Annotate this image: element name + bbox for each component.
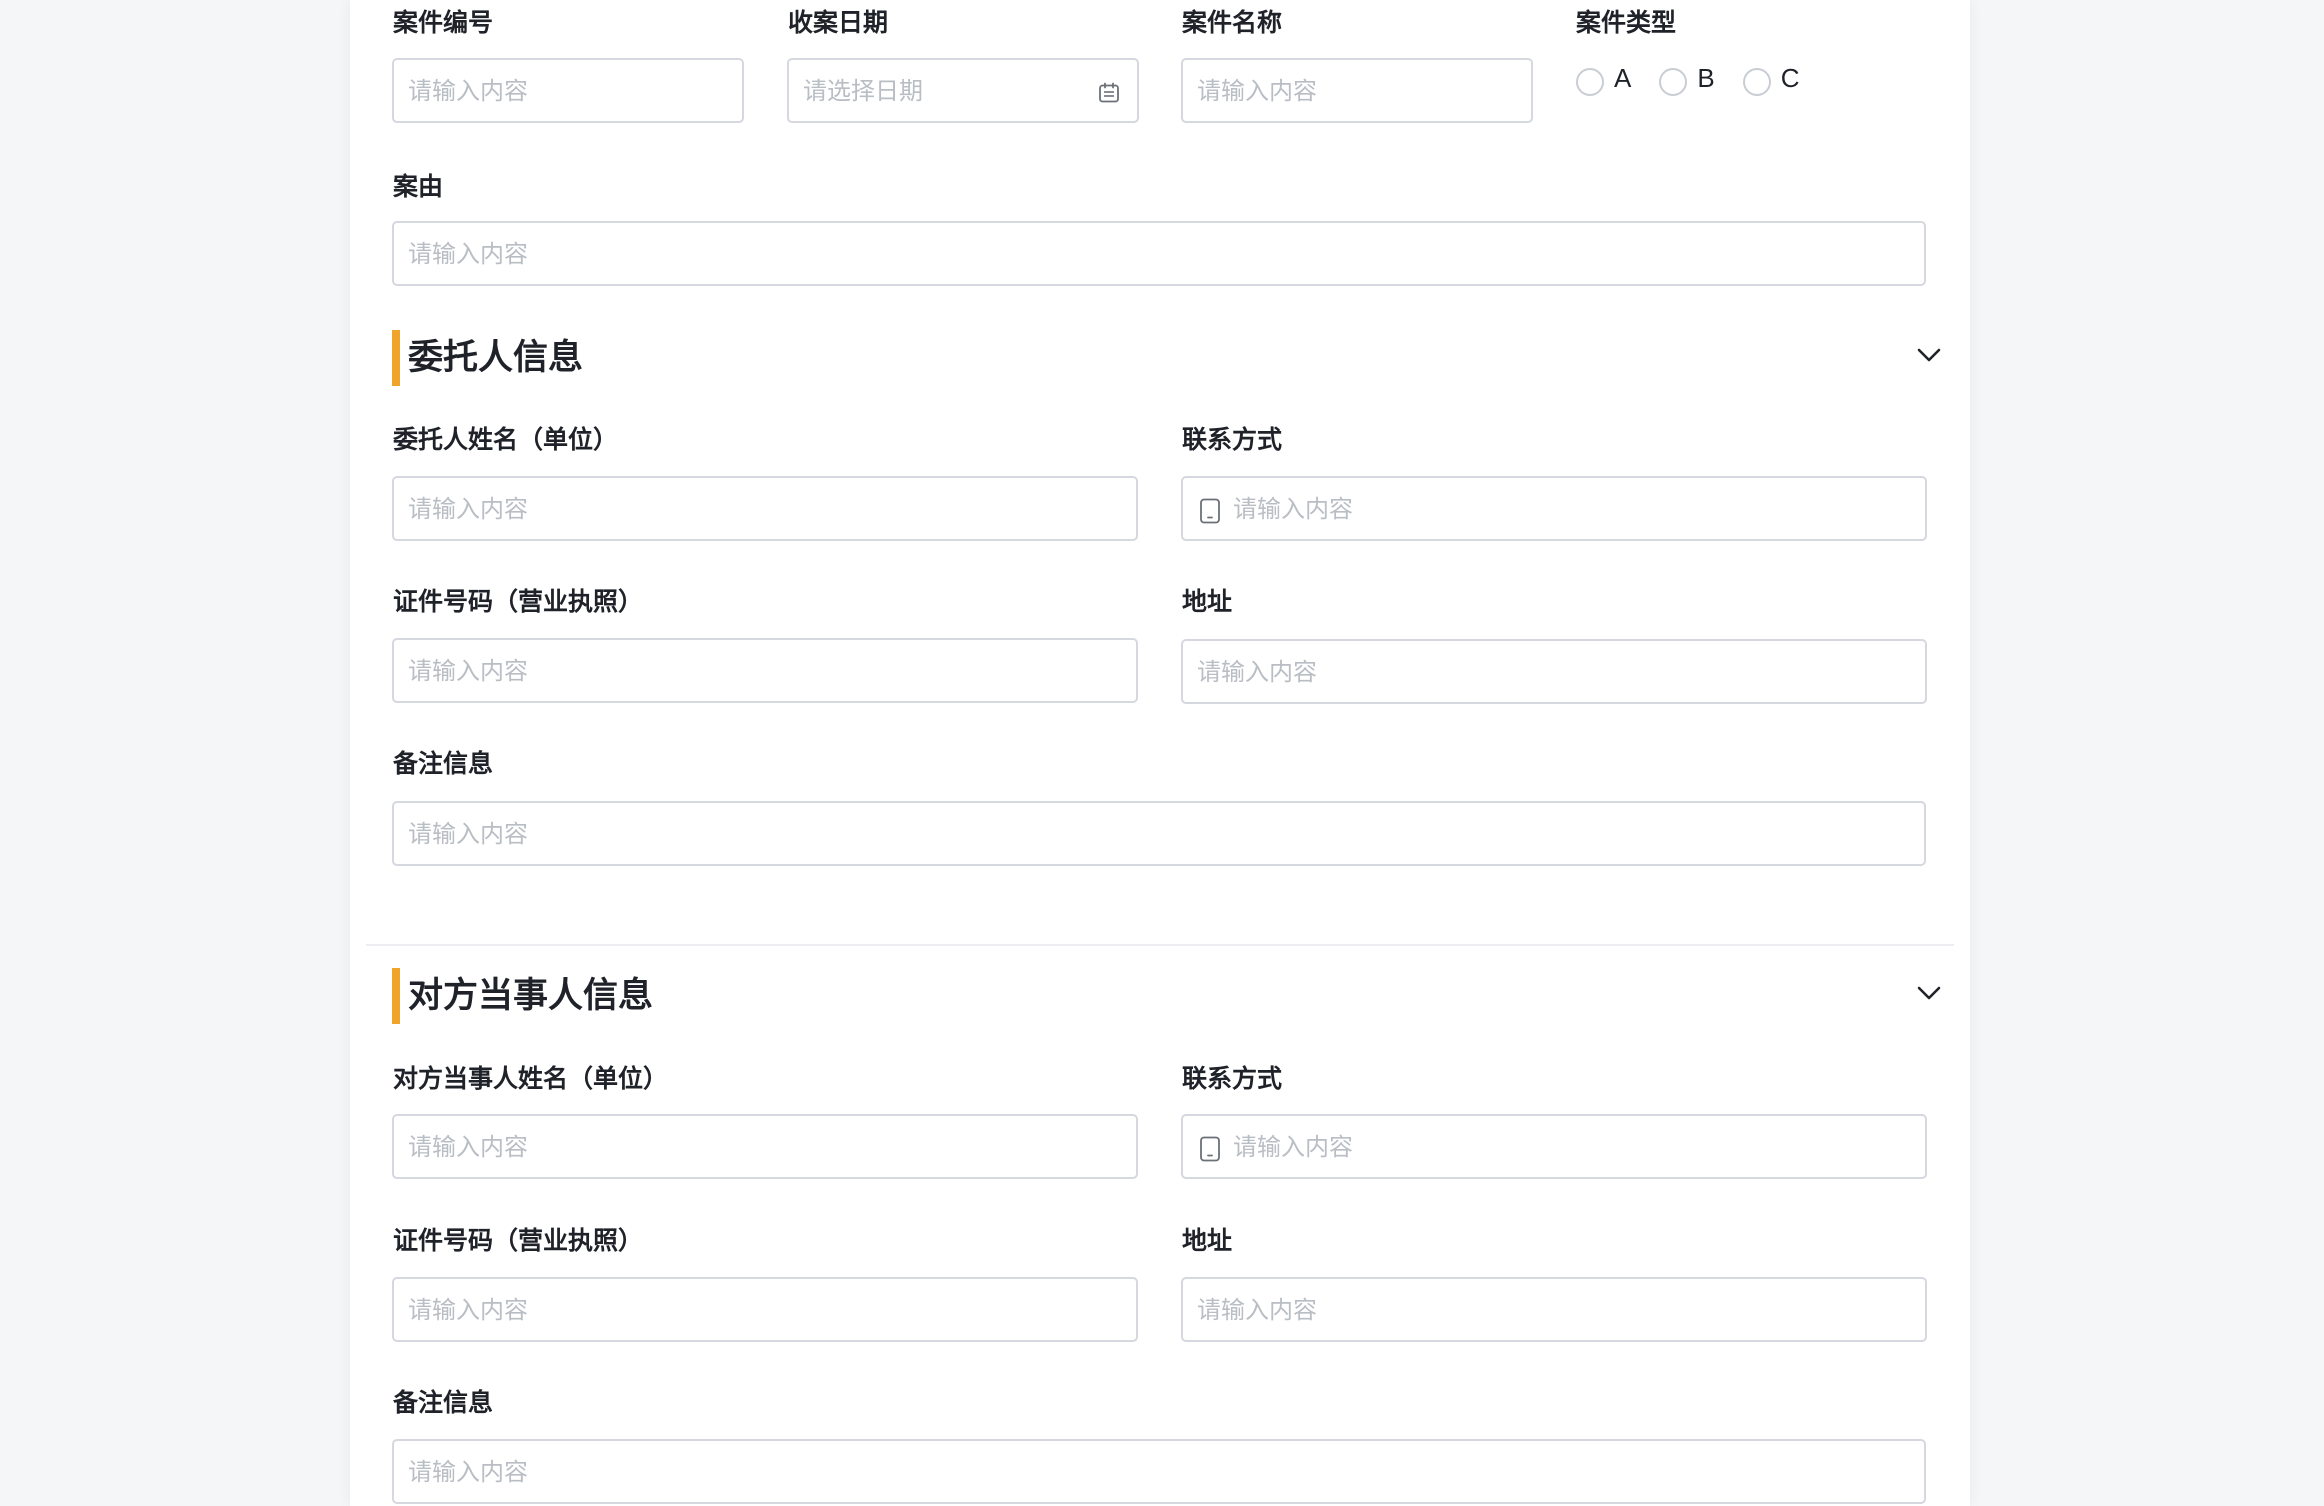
- client-address-input[interactable]: [1197, 641, 1911, 702]
- opponent-section-header: 对方当事人信息: [392, 968, 1944, 1024]
- case-cause-label: 案由: [393, 172, 444, 201]
- client-contact-input[interactable]: [1233, 478, 1911, 539]
- client-section-header: 委托人信息: [392, 330, 1944, 386]
- client-remark-input[interactable]: [408, 803, 1910, 864]
- opponent-contact-field[interactable]: [1181, 1114, 1927, 1179]
- opponent-remark-field[interactable]: [392, 1439, 1926, 1504]
- client-name-label: 委托人姓名（单位）: [393, 425, 619, 454]
- section-divider: [366, 944, 1954, 946]
- case-name-input[interactable]: [1197, 60, 1517, 121]
- radio-circle[interactable]: [1576, 68, 1604, 96]
- client-id-label: 证件号码（营业执照）: [393, 587, 644, 616]
- case-number-input[interactable]: [408, 60, 728, 121]
- case-cause-input[interactable]: [408, 223, 1910, 284]
- opponent-id-field[interactable]: [392, 1277, 1138, 1342]
- phone-icon: [1200, 1136, 1220, 1162]
- calendar-icon[interactable]: [1097, 81, 1121, 105]
- radio-circle[interactable]: [1659, 68, 1688, 96]
- opponent-id-input[interactable]: [408, 1279, 1122, 1340]
- case-number-label: 案件编号: [393, 8, 494, 37]
- opponent-address-input[interactable]: [1197, 1279, 1911, 1340]
- client-address-field[interactable]: [1181, 639, 1927, 704]
- case-type-label: 案件类型: [1576, 8, 1677, 37]
- client-contact-label: 联系方式: [1182, 425, 1283, 454]
- opponent-name-label: 对方当事人姓名（单位）: [393, 1064, 669, 1093]
- radio-label: B: [1697, 62, 1715, 93]
- client-name-field[interactable]: [392, 476, 1138, 541]
- case-name-field[interactable]: [1181, 58, 1533, 123]
- opponent-section-title: 对方当事人信息: [408, 976, 654, 1016]
- radio-label: A: [1614, 62, 1632, 93]
- opponent-contact-label: 联系方式: [1182, 1064, 1283, 1093]
- client-remark-label: 备注信息: [393, 749, 494, 778]
- receive-date-input[interactable]: [803, 60, 1087, 121]
- client-contact-field[interactable]: [1181, 476, 1927, 541]
- opponent-name-input[interactable]: [408, 1116, 1122, 1177]
- receive-date-picker[interactable]: [787, 58, 1139, 123]
- opponent-name-field[interactable]: [392, 1114, 1138, 1179]
- section-accent-bar: [392, 968, 400, 1024]
- radio-circle[interactable]: [1742, 68, 1771, 96]
- case-type-option-a[interactable]: A: [1576, 60, 1631, 96]
- case-type-option-c[interactable]: C: [1742, 60, 1800, 96]
- client-address-label: 地址: [1182, 587, 1233, 616]
- receive-date-label: 收案日期: [788, 8, 889, 37]
- case-type-option-b[interactable]: B: [1659, 60, 1715, 96]
- client-section-title: 委托人信息: [408, 338, 584, 378]
- case-type-radio-group: A B C: [1576, 58, 1827, 98]
- opponent-address-field[interactable]: [1181, 1277, 1927, 1342]
- opponent-remark-input[interactable]: [408, 1441, 1910, 1502]
- chevron-down-icon[interactable]: [1914, 340, 1944, 370]
- section-accent-bar: [392, 330, 400, 386]
- radio-label: C: [1780, 62, 1800, 93]
- client-name-input[interactable]: [408, 478, 1122, 539]
- case-number-field[interactable]: [392, 58, 744, 123]
- phone-icon: [1200, 498, 1220, 524]
- client-id-input[interactable]: [408, 640, 1122, 701]
- chevron-down-icon[interactable]: [1914, 978, 1944, 1008]
- client-id-field[interactable]: [392, 638, 1138, 703]
- opponent-address-label: 地址: [1182, 1226, 1233, 1255]
- case-name-label: 案件名称: [1182, 8, 1283, 37]
- case-cause-field[interactable]: [392, 221, 1926, 286]
- opponent-contact-input[interactable]: [1233, 1116, 1911, 1177]
- opponent-id-label: 证件号码（营业执照）: [393, 1226, 644, 1255]
- opponent-remark-label: 备注信息: [393, 1388, 494, 1417]
- client-remark-field[interactable]: [392, 801, 1926, 866]
